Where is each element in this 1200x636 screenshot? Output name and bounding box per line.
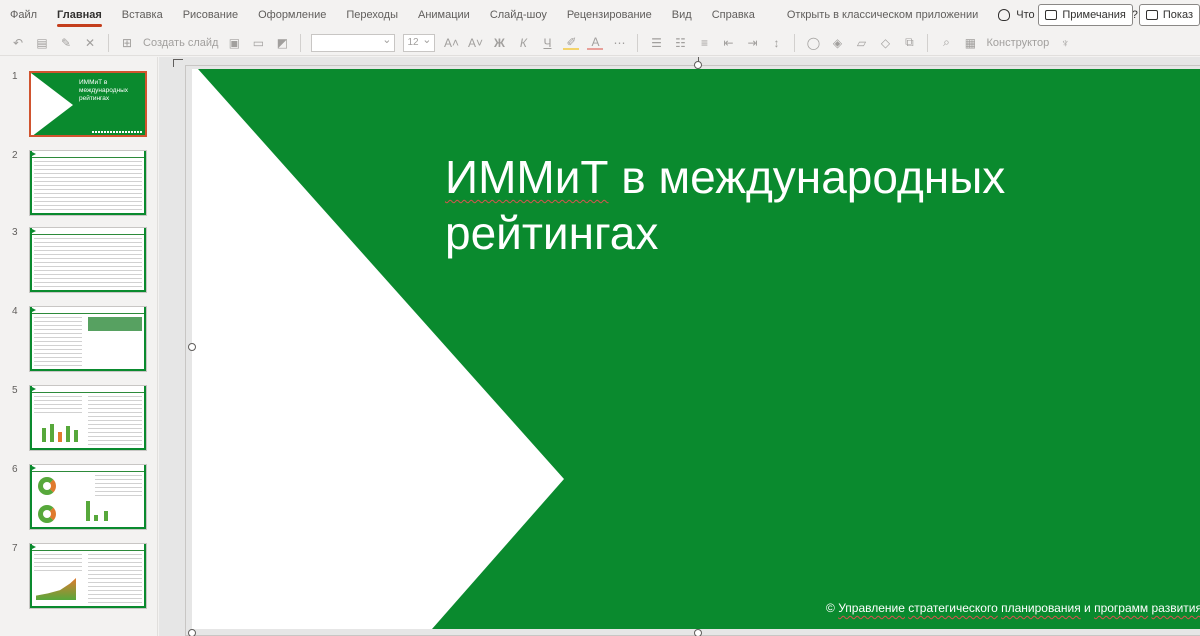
lightbulb-icon	[998, 9, 1011, 21]
thumbnail-row-6[interactable]: 6	[0, 464, 157, 534]
thumbnail-number: 2	[12, 150, 18, 161]
align-icon[interactable]: ≡	[696, 36, 712, 50]
comments-label: Примечания	[1062, 9, 1126, 21]
present-icon	[1145, 10, 1158, 20]
font-family-select[interactable]	[311, 33, 396, 52]
shapes-icon[interactable]: ◯	[805, 36, 821, 50]
reset-slide-icon[interactable]: ▭	[250, 36, 266, 50]
font-color-icon[interactable]: A	[587, 35, 604, 50]
designer-icon[interactable]: ▦	[962, 36, 978, 50]
new-slide-icon[interactable]: ⊞	[119, 36, 135, 50]
bullets-icon[interactable]: ☰	[648, 36, 664, 50]
highlight-icon[interactable]: ✐	[563, 35, 580, 50]
font-size-select[interactable]: 12	[403, 33, 436, 52]
comment-icon	[1045, 10, 1058, 20]
tab-animations[interactable]: Анимации	[408, 0, 480, 30]
bold-icon[interactable]: Ж	[491, 36, 507, 50]
tab-help[interactable]: Справка	[702, 0, 765, 30]
ribbon-right-buttons: Примечания Показ	[1038, 4, 1200, 26]
format-painter-icon[interactable]: ✎	[58, 36, 74, 50]
increase-indent-icon[interactable]: ⇥	[744, 36, 760, 50]
slide-thumbnail-1[interactable]: ИММиТ в международных рейтингах	[29, 71, 147, 137]
title-word-immit: ИММиТ	[445, 151, 609, 203]
slide-thumbnail-7[interactable]	[29, 543, 147, 609]
thumbnail-row-3[interactable]: 3	[0, 227, 157, 297]
slide-thumbnail-3[interactable]	[29, 227, 147, 293]
picture-icon[interactable]: ◩	[274, 36, 290, 50]
underline-icon[interactable]: Ч	[539, 36, 555, 50]
ribbon-tabs: Файл Главная Вставка Рисование Оформлени…	[0, 0, 1200, 30]
thumbnail-number: 6	[12, 464, 18, 475]
slide-thumbnail-6[interactable]	[29, 464, 147, 530]
more-icon[interactable]: ⋯	[611, 36, 627, 50]
tab-insert[interactable]: Вставка	[112, 0, 173, 30]
thumbnail-number: 3	[12, 227, 18, 238]
thumbnail-title: ИММиТ в международных рейтингах	[79, 79, 128, 102]
designer-button[interactable]: Конструктор	[986, 37, 1049, 49]
thumbnail-number: 5	[12, 385, 18, 396]
thumbnail-row-7[interactable]: 7	[0, 543, 157, 613]
comments-button[interactable]: Примечания	[1038, 4, 1133, 26]
shape-fill-icon[interactable]: ◈	[829, 36, 845, 50]
tab-draw[interactable]: Рисование	[173, 0, 248, 30]
thumbnail-row-5[interactable]: 5	[0, 385, 157, 455]
tab-file[interactable]: Файл	[0, 0, 47, 30]
thumbnail-number: 7	[12, 543, 18, 554]
tab-design[interactable]: Оформление	[248, 0, 336, 30]
thumbnail-number: 4	[12, 306, 18, 317]
shape-effects-icon[interactable]: ◇	[877, 36, 893, 50]
new-slide-button[interactable]: Создать слайд	[143, 37, 218, 49]
slide-editing-canvas[interactable]: ИММиТ в международных рейтингах © Управл…	[159, 57, 1200, 636]
tab-slideshow[interactable]: Слайд-шоу	[480, 0, 557, 30]
tab-view[interactable]: Вид	[662, 0, 702, 30]
thumbnail-row-1[interactable]: 1 ИММиТ в международных рейтингах	[0, 71, 157, 141]
tab-review[interactable]: Рецензирование	[557, 0, 662, 30]
slide-footer[interactable]: © Управление стратегического планировани…	[826, 601, 1200, 615]
resize-handle-left[interactable]	[188, 343, 196, 351]
arrange-icon[interactable]: ⧉	[901, 35, 917, 50]
present-button[interactable]: Показ	[1138, 4, 1200, 26]
open-desktop-app-link[interactable]: Открыть в классическом приложении	[777, 0, 988, 30]
resize-handle-bottom-left[interactable]	[188, 629, 196, 636]
slide-title[interactable]: ИММиТ в международных рейтингах	[445, 149, 1125, 261]
search-icon[interactable]: ⌕	[938, 35, 954, 50]
cut-icon[interactable]: ✕	[82, 36, 98, 50]
undo-icon[interactable]: ↶	[10, 36, 26, 50]
increase-font-icon[interactable]: A˄	[443, 36, 459, 50]
slide-thumbnail-2[interactable]	[29, 150, 147, 216]
resize-handle-bottom[interactable]	[694, 629, 702, 636]
resize-handle-top[interactable]	[694, 61, 702, 69]
present-label: Показ	[1162, 9, 1193, 21]
slide-thumbnail-5[interactable]	[29, 385, 147, 451]
slide-thumbnails-panel: 1 ИММиТ в международных рейтингах 2 3 4 …	[0, 57, 158, 636]
thumbnail-row-2[interactable]: 2	[0, 150, 157, 220]
slide-thumbnail-4[interactable]	[29, 306, 147, 372]
decrease-indent-icon[interactable]: ⇤	[720, 36, 736, 50]
numbering-icon[interactable]: ☷	[672, 36, 688, 50]
shape-outline-icon[interactable]: ▱	[853, 36, 869, 50]
thumbnail-row-4[interactable]: 4	[0, 306, 157, 376]
thumbnail-number: 1	[12, 71, 18, 82]
tab-transitions[interactable]: Переходы	[336, 0, 408, 30]
powerpoint-online-app: Файл Главная Вставка Рисование Оформлени…	[0, 0, 1200, 636]
italic-icon[interactable]: К	[515, 36, 531, 50]
line-spacing-icon[interactable]: ↕	[768, 36, 784, 50]
slide-layout-icon[interactable]: ▣	[226, 36, 242, 50]
home-toolbar: ↶ ▤ ✎ ✕ ⊞ Создать слайд ▣ ▭ ◩ 12 A˄ A˅ Ж…	[0, 30, 1200, 56]
paste-icon[interactable]: ▤	[34, 36, 50, 50]
current-slide[interactable]: ИММиТ в международных рейтингах © Управл…	[192, 69, 1200, 629]
tab-home[interactable]: Главная	[47, 0, 112, 30]
decrease-font-icon[interactable]: A˅	[467, 36, 483, 50]
dictate-icon[interactable]: ♆	[1057, 36, 1073, 50]
